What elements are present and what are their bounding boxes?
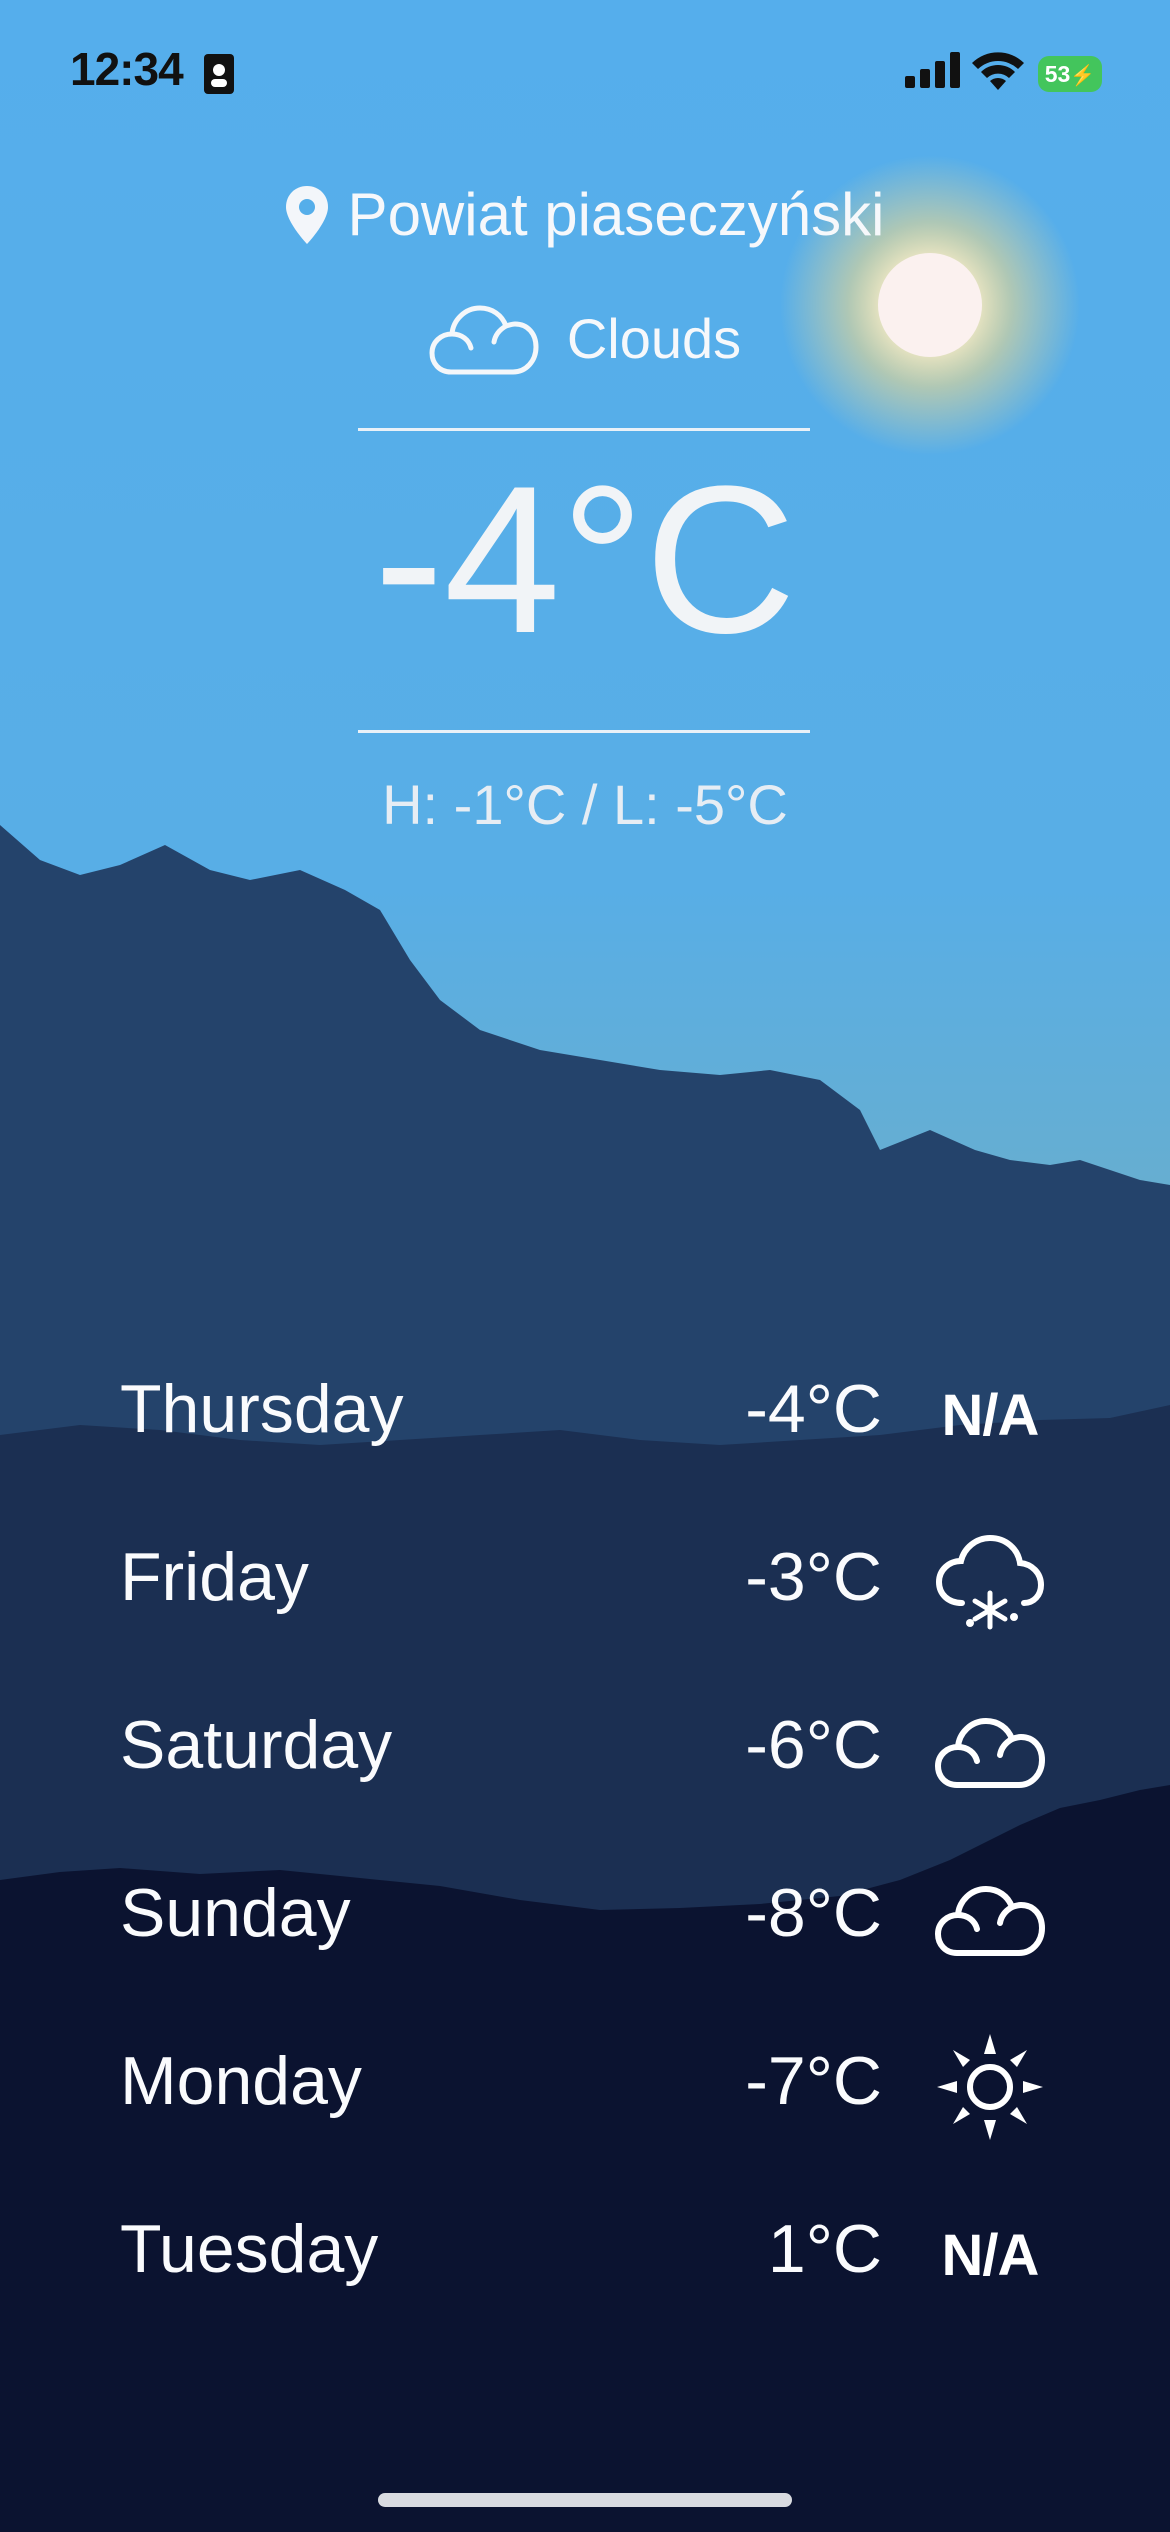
location-name: Powiat piaseczyński	[347, 181, 885, 248]
condition-text: Clouds	[566, 306, 742, 370]
forecast-row-thursday: Thursday -4°C N/A	[120, 1360, 1050, 1528]
forecast-day: Monday	[120, 2043, 362, 2119]
current-temperature: -4°C	[373, 442, 797, 677]
battery-indicator: 53⚡	[1038, 56, 1102, 92]
forecast-temp: -7°C	[745, 2043, 882, 2119]
forecast-temp: 1°C	[767, 2211, 882, 2287]
current-condition: Clouds	[0, 300, 1170, 380]
forecast-row-sunday: Sunday -8°C	[120, 1864, 1050, 2032]
forecast-temp: -8°C	[745, 1875, 882, 1951]
charging-icon: ⚡	[1070, 65, 1096, 87]
forecast-temp: -3°C	[745, 1539, 882, 1615]
forecast-day: Sunday	[120, 1875, 351, 1951]
na-icon: N/A	[941, 2222, 1040, 2288]
forecast-row-friday: Friday -3°C	[120, 1528, 1050, 1696]
na-icon: N/A	[941, 1382, 1040, 1448]
cellular-signal-icon	[905, 52, 960, 88]
forecast-row-monday: Monday -7°C	[120, 2032, 1050, 2200]
wifi-icon	[972, 52, 1024, 90]
home-indicator[interactable]	[378, 2493, 792, 2507]
cloud-icon	[429, 305, 539, 375]
forecast-day: Thursday	[120, 1371, 404, 1447]
forecast-row-saturday: Saturday -6°C	[120, 1696, 1050, 1864]
sun-icon	[937, 2034, 1043, 2140]
status-time: 12:34	[70, 43, 184, 95]
forecast-list: Thursday -4°C N/A Friday -3°C Saturday -…	[120, 1360, 1050, 2368]
forecast-day: Tuesday	[120, 2211, 379, 2287]
forecast-day: Saturday	[120, 1707, 393, 1783]
cloud-icon	[935, 1718, 1045, 1788]
battery-level: 53	[1044, 61, 1071, 87]
location: Powiat piaseczyński	[0, 180, 1170, 249]
status-bar: 12:34 53⚡	[0, 0, 1170, 150]
forecast-temp: -6°C	[745, 1707, 882, 1783]
forecast-row-tuesday: Tuesday 1°C N/A	[120, 2200, 1050, 2368]
id-card-icon	[204, 54, 234, 94]
snow-cloud-icon	[935, 1534, 1045, 1630]
location-pin-icon	[285, 185, 328, 244]
cloud-icon	[935, 1886, 1045, 1956]
divider-bottom	[358, 730, 810, 733]
forecast-temp: -4°C	[745, 1371, 882, 1447]
high-low-temperature: H: -1°C / L: -5°C	[382, 773, 788, 836]
forecast-day: Friday	[120, 1539, 309, 1615]
